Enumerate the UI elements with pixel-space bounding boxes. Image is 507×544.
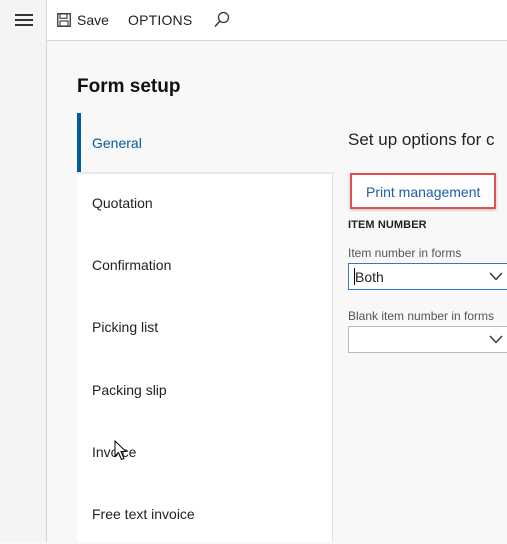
item-number-in-forms-value: Both: [355, 269, 384, 285]
print-management-link[interactable]: Print management: [366, 184, 480, 200]
print-management-highlight: Print management: [350, 173, 496, 209]
nav-rail: [0, 0, 47, 542]
tab-packing-slip[interactable]: Packing slip: [77, 360, 333, 420]
item-number-group-header: ITEM NUMBER: [348, 219, 427, 231]
tab-label: Free text invoice: [92, 506, 195, 522]
tab-confirmation[interactable]: Confirmation: [77, 235, 333, 295]
tab-free-text-invoice[interactable]: Free text invoice: [77, 484, 333, 544]
save-icon: [57, 13, 71, 27]
blank-item-number-select[interactable]: [348, 326, 507, 353]
item-number-in-forms-select[interactable]: Both: [348, 263, 507, 290]
item-number-in-forms-label: Item number in forms: [348, 246, 462, 260]
save-label: Save: [77, 12, 109, 28]
blank-item-number-label: Blank item number in forms: [348, 309, 495, 323]
tab-general[interactable]: General: [77, 113, 334, 174]
chevron-down-icon: [489, 272, 503, 281]
action-pane: Save OPTIONS: [47, 0, 507, 41]
tab-label: Packing slip: [92, 382, 167, 398]
tab-label: Picking list: [92, 319, 159, 335]
page-title: Form setup: [77, 76, 181, 97]
tab-list: General Quotation Confirmation Picking l…: [77, 113, 334, 544]
tab-label: Confirmation: [92, 257, 172, 273]
tab-label: Quotation: [92, 195, 153, 211]
tab-quotation[interactable]: Quotation: [77, 173, 333, 233]
save-button[interactable]: Save: [57, 10, 109, 30]
search-icon: [214, 11, 230, 27]
hamburger-icon[interactable]: [15, 14, 33, 28]
search-button[interactable]: [213, 11, 231, 29]
options-button[interactable]: OPTIONS: [128, 12, 192, 28]
chevron-down-icon: [489, 335, 503, 344]
section-heading: Set up options for c: [348, 130, 495, 149]
tab-picking-list[interactable]: Picking list: [77, 297, 333, 357]
tab-label: General: [92, 135, 142, 151]
mouse-pointer-icon: [114, 440, 128, 461]
